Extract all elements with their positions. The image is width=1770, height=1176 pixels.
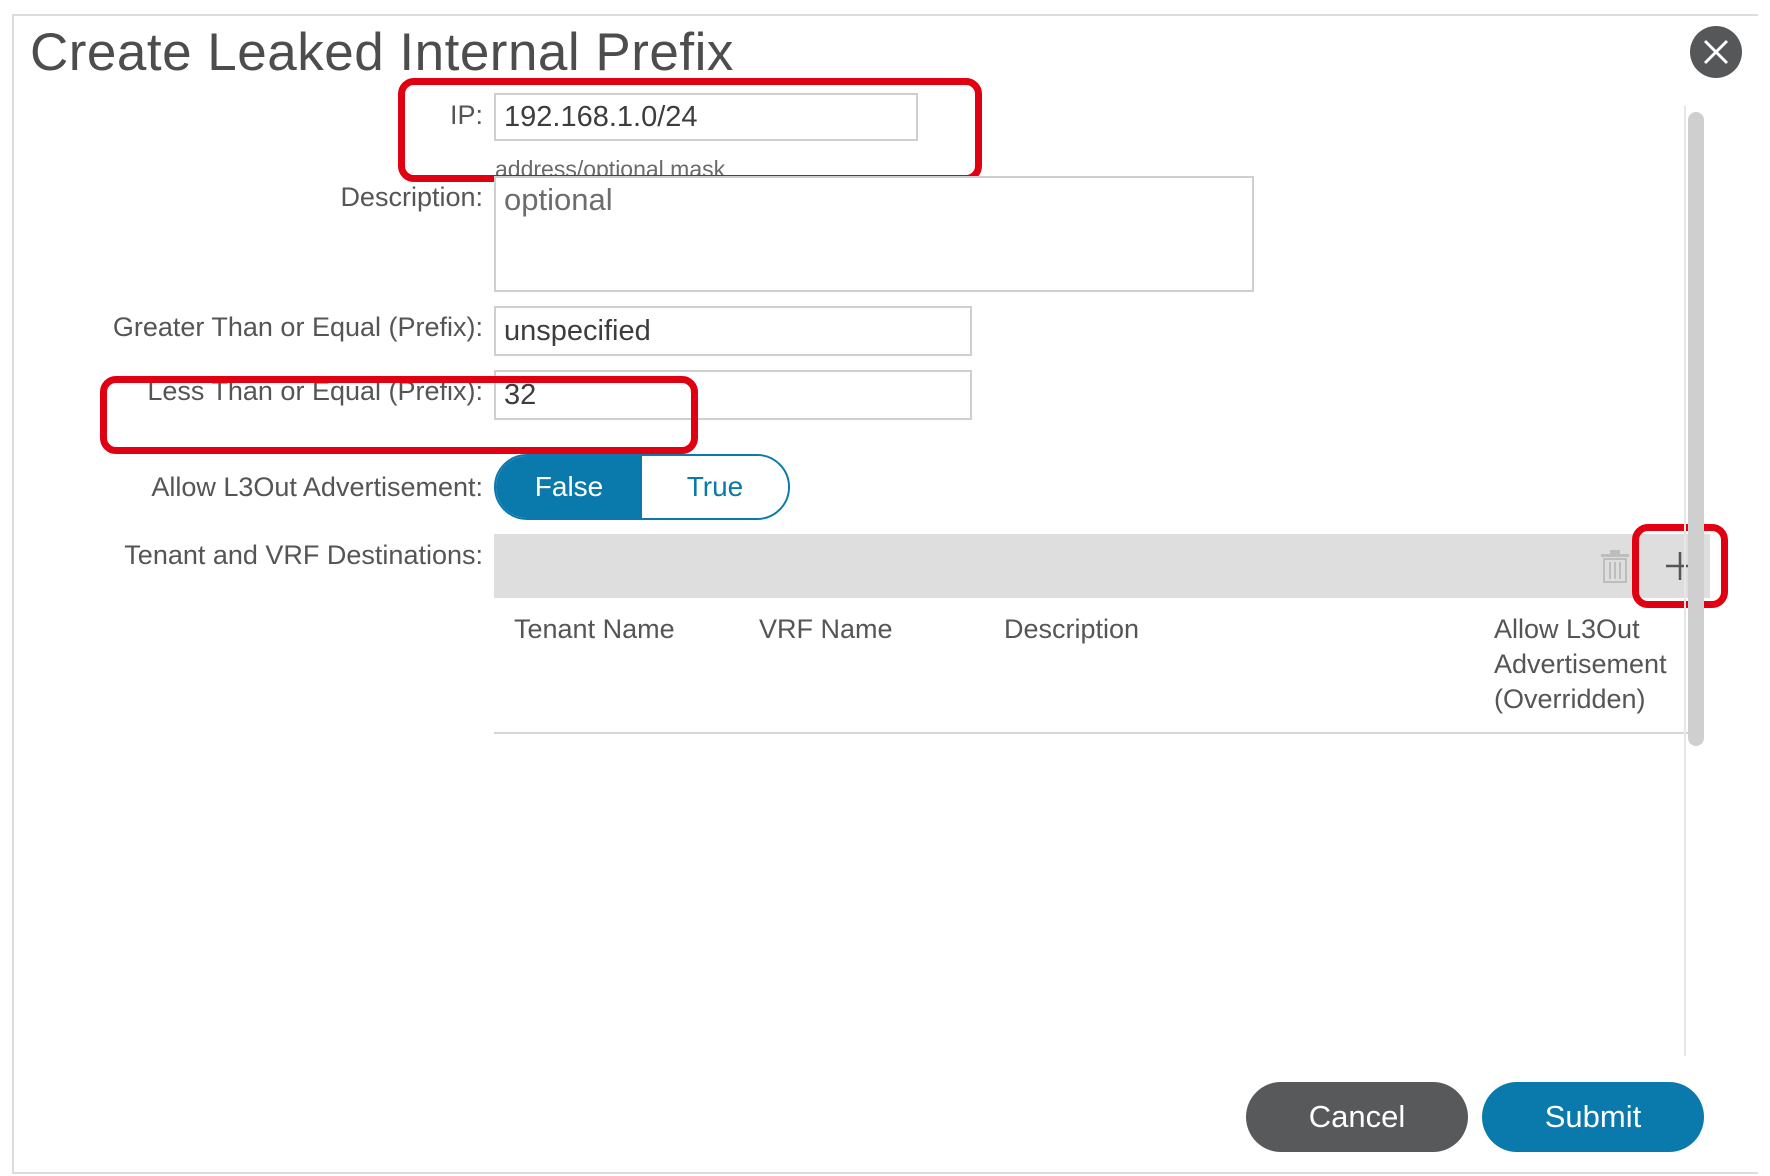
delete-button[interactable] (1598, 548, 1632, 584)
dialog-title: Create Leaked Internal Prefix (30, 23, 734, 82)
allow-l3out-false-option[interactable]: False (496, 456, 642, 518)
submit-button[interactable]: Submit (1482, 1082, 1704, 1152)
column-vrf-name[interactable]: VRF Name (759, 612, 893, 647)
destinations-label: Tenant and VRF Destinations: (124, 540, 483, 570)
ge-prefix-input[interactable] (494, 306, 972, 356)
destinations-toolbar (494, 534, 1710, 598)
description-label: Description: (340, 182, 483, 212)
close-button[interactable] (1690, 26, 1742, 78)
table-header-divider (494, 732, 1690, 734)
allow-l3out-true-option[interactable]: True (642, 456, 788, 518)
scrollbar-thumb[interactable] (1688, 112, 1704, 746)
close-icon (1703, 39, 1729, 65)
description-input[interactable] (494, 176, 1254, 292)
le-prefix-label: Less Than or Equal (Prefix): (147, 376, 483, 406)
ge-prefix-label: Greater Than or Equal (Prefix): (112, 312, 483, 342)
le-prefix-input[interactable] (494, 370, 972, 420)
trash-icon (1601, 550, 1629, 583)
cancel-button[interactable]: Cancel (1246, 1082, 1468, 1152)
ip-input[interactable] (494, 93, 918, 141)
column-description[interactable]: Description (1004, 612, 1139, 647)
column-tenant-name[interactable]: Tenant Name (514, 612, 675, 647)
allow-l3out-toggle: False True (494, 454, 790, 520)
column-allow-l3out-overridden[interactable]: Allow L3Out Advertisement (Overridden) (1494, 612, 1689, 717)
ip-label: IP: (449, 100, 483, 130)
allow-l3out-label: Allow L3Out Advertisement: (151, 472, 483, 502)
create-leaked-internal-prefix-dialog: Create Leaked Internal Prefix IP: addres… (12, 14, 1758, 1174)
